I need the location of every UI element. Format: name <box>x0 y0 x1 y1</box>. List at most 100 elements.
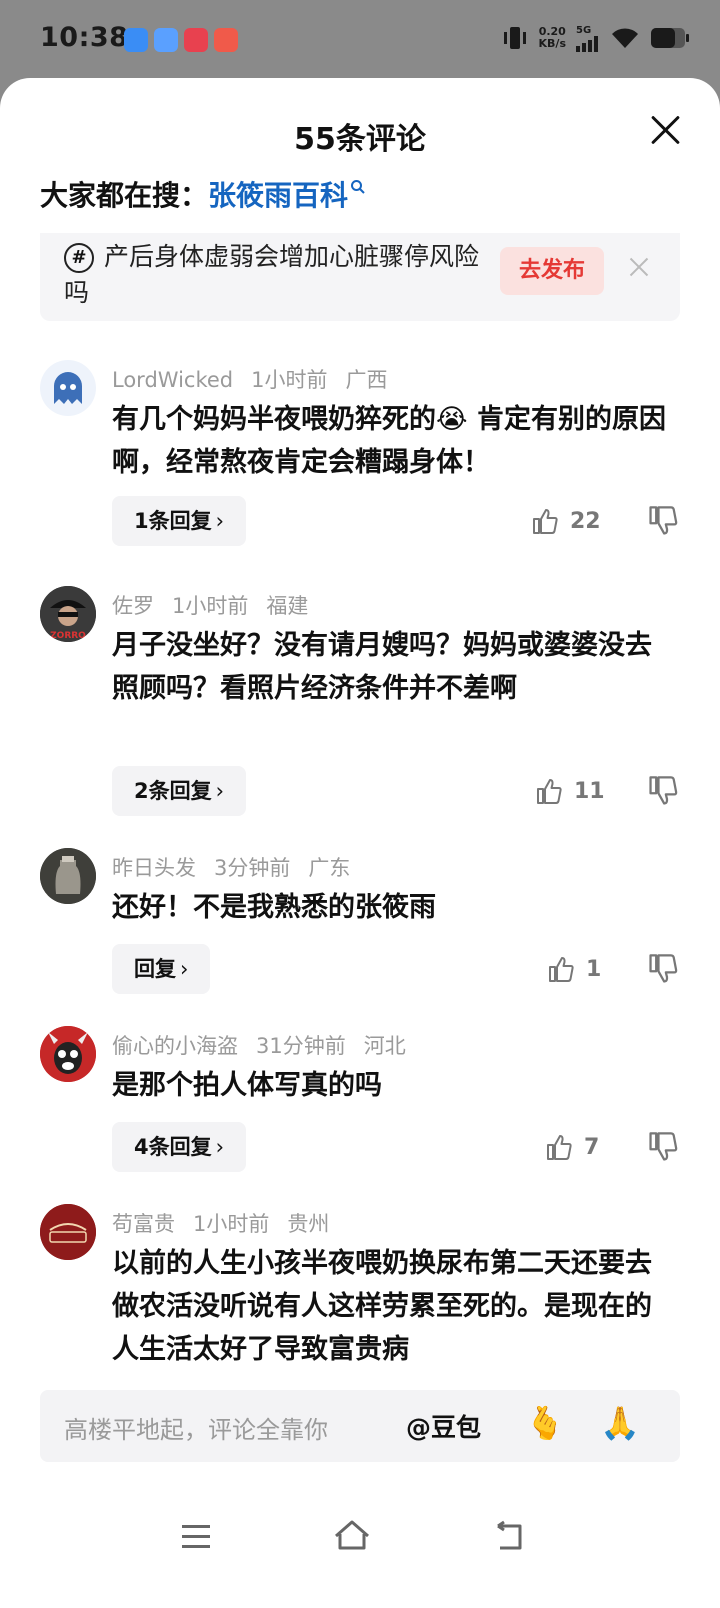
comment-meta: 苟富贵 1小时前 贵州 <box>112 1208 347 1238</box>
net-speed: 0.20 KB/s <box>539 26 566 50</box>
comment-meta: LordWicked 1小时前 广西 <box>112 364 406 394</box>
topic-card[interactable]: # 产后身体虚弱会增加心脏骤停风险吗 去发布 <box>40 233 680 321</box>
app-icon <box>154 28 178 52</box>
avatar[interactable] <box>40 1026 96 1082</box>
reply-label: 回复 <box>134 957 176 981</box>
comment-region: 福建 <box>266 594 309 618</box>
reply-label: 1条回复 <box>134 509 212 533</box>
svg-text:ZORRO: ZORRO <box>50 631 86 641</box>
comment-user[interactable]: 偷心的小海盗 <box>112 1034 238 1058</box>
status-bar: 10:38 0.20 KB/s 5G <box>0 0 720 78</box>
mention-doubao-button[interactable]: @豆包 <box>406 1408 481 1444</box>
comment-time: 31分钟前 <box>256 1034 346 1058</box>
wifi-icon <box>612 28 638 48</box>
reply-button[interactable]: 4条回复 › <box>112 1122 247 1172</box>
thumbs-up-icon <box>547 1135 572 1160</box>
reply-label: 2条回复 <box>134 779 212 803</box>
goat-avatar-icon <box>40 1026 96 1082</box>
trending-search-link[interactable]: 张筱雨百科 <box>208 174 348 214</box>
thumbs-up-icon <box>549 957 574 982</box>
comment-time: 3分钟前 <box>214 856 291 880</box>
comment-input-placeholder: 高楼平地起，评论全靠你 <box>64 1416 328 1444</box>
avatar[interactable] <box>40 1204 96 1260</box>
comments-sheet: 55条评论 大家都在搜： 张筱雨百科 # 产后身体虚弱会增加心脏骤停风险吗 去发… <box>0 78 720 1608</box>
close-icon[interactable] <box>650 114 682 146</box>
vibrate-icon <box>503 27 526 49</box>
app-icon <box>124 28 148 52</box>
publish-button[interactable]: 去发布 <box>500 247 604 295</box>
pray-emoji-icon[interactable]: 🙏 <box>600 1404 640 1442</box>
comment-meta: 昨日头发 3分钟前 广东 <box>112 852 368 882</box>
topic-text: 产后身体虚弱会增加心脏骤停风险吗 <box>64 242 480 307</box>
comment-time: 1小时前 <box>251 368 328 392</box>
comment-region: 广东 <box>308 856 351 880</box>
trending-search: 大家都在搜： 张筱雨百科 <box>40 174 366 214</box>
comment-text: 还好！不是我熟悉的张筱雨 <box>112 892 436 923</box>
menu-icon[interactable] <box>172 1512 220 1560</box>
search-icon <box>351 180 365 194</box>
like-button[interactable]: 22 <box>530 496 601 546</box>
system-nav-bar <box>0 1490 720 1608</box>
comment-time: 1小时前 <box>172 594 249 618</box>
comment-text: 以前的人生小孩半夜喂奶换尿布第二天还要去做农活没听说有人这样劳累至死的。是现在的… <box>112 1248 652 1365</box>
network-type: 5G <box>576 24 592 36</box>
ghost-avatar-icon <box>54 372 82 404</box>
sheet-title: 55条评论 <box>294 122 426 157</box>
like-button[interactable]: 1 <box>546 944 601 994</box>
reply-button[interactable]: 1条回复 › <box>112 496 247 546</box>
comment-user[interactable]: LordWicked <box>112 368 233 392</box>
home-icon[interactable] <box>328 1512 376 1560</box>
thumbs-down-icon[interactable] <box>646 774 680 808</box>
like-count: 22 <box>570 508 601 534</box>
avatar[interactable]: ZORRO <box>40 586 96 642</box>
chevron-right-icon: › <box>215 779 225 803</box>
net-speed-unit: KB/s <box>538 37 566 50</box>
signal-icon <box>576 35 598 52</box>
photo-avatar-icon <box>40 848 96 904</box>
chevron-right-icon: › <box>215 1135 225 1159</box>
app-icon <box>184 28 208 52</box>
comment-region: 贵州 <box>287 1212 330 1236</box>
comment-text: 是那个拍人体写真的吗 <box>112 1070 382 1101</box>
comment-region: 河北 <box>363 1034 406 1058</box>
thumbs-down-icon[interactable] <box>646 504 680 538</box>
status-indicators: 0.20 KB/s 5G <box>501 24 690 52</box>
avatar[interactable] <box>40 848 96 904</box>
thumbs-down-icon[interactable] <box>646 952 680 986</box>
zorro-avatar-icon: ZORRO <box>40 586 96 642</box>
trending-search-prefix: 大家都在搜： <box>40 179 209 212</box>
app-icon <box>214 28 238 52</box>
chevron-right-icon: › <box>215 509 225 533</box>
comment-meta: 佐罗 1小时前 福建 <box>112 590 326 620</box>
thumbs-up-icon <box>533 509 558 534</box>
stamp-avatar-icon <box>40 1204 96 1260</box>
comment-meta: 偷心的小海盗 31分钟前 河北 <box>112 1030 424 1060</box>
comment-user[interactable]: 佐罗 <box>112 594 154 618</box>
comment-time: 1小时前 <box>193 1212 270 1236</box>
battery-icon <box>651 28 689 48</box>
reply-label: 4条回复 <box>134 1135 212 1159</box>
chevron-right-icon: › <box>180 957 189 981</box>
comment-text: 有几个妈妈半夜喂奶猝死的😭 肯定有别的原因啊，经常熬夜肯定会糟蹋身体！ <box>112 404 666 478</box>
comment-text: 月子没坐好？没有请月嫂吗？妈妈或婆婆没去照顾吗？看照片经济条件并不差啊 <box>112 630 652 704</box>
thumbs-up-icon <box>537 779 562 804</box>
status-time: 10:38 <box>40 22 129 53</box>
thumbs-down-icon[interactable] <box>646 1130 680 1164</box>
back-icon[interactable] <box>486 1512 534 1560</box>
like-button[interactable]: 11 <box>534 766 605 816</box>
avatar[interactable] <box>40 360 96 416</box>
reply-button[interactable]: 回复 › <box>112 944 211 994</box>
topic-close-icon[interactable] <box>627 255 651 279</box>
cell-signal: 5G <box>576 25 600 52</box>
comment-region: 广西 <box>345 368 388 392</box>
comment-user[interactable]: 苟富贵 <box>112 1212 175 1236</box>
comment-user[interactable]: 昨日头发 <box>112 856 196 880</box>
like-count: 7 <box>584 1134 600 1160</box>
like-button[interactable]: 7 <box>544 1122 599 1172</box>
like-count: 1 <box>586 956 602 982</box>
finger-heart-emoji-icon[interactable]: 🫰 <box>525 1404 565 1442</box>
comment-input[interactable]: 高楼平地起，评论全靠你 @豆包 🫰 🙏 <box>40 1390 680 1462</box>
like-count: 11 <box>574 778 605 804</box>
reply-button[interactable]: 2条回复 › <box>112 766 247 816</box>
notification-app-icons <box>124 28 238 52</box>
